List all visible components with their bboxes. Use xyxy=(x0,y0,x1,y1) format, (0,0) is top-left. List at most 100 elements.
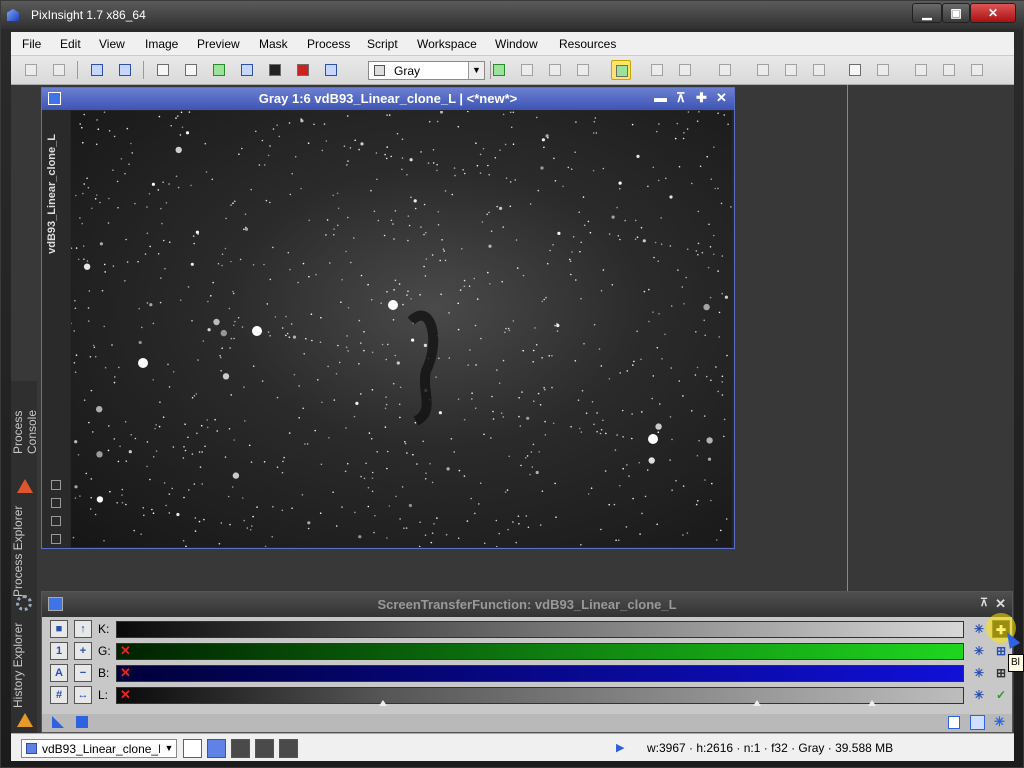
shade-button[interactable]: ▬ xyxy=(654,90,667,105)
stf-titlebar[interactable]: ScreenTransferFunction: vdB93_Linear_clo… xyxy=(42,592,1012,617)
auto-stretch-g-icon[interactable]: ✳ xyxy=(970,642,988,660)
side-lock-icon[interactable] xyxy=(51,516,61,526)
side-zoom-icon[interactable] xyxy=(51,480,61,490)
minus-icon[interactable]: − xyxy=(74,664,92,682)
store-preview-icon[interactable] xyxy=(545,60,565,80)
stf-icon[interactable] xyxy=(265,60,285,80)
auto-stretch-b-icon[interactable]: ✳ xyxy=(970,664,988,682)
up-arrow-icon[interactable]: ↑ xyxy=(74,620,92,638)
stf-marker-0[interactable] xyxy=(379,700,388,706)
channel-g-bar[interactable]: ✕ xyxy=(116,643,964,660)
play-icon[interactable]: ▶ xyxy=(616,741,624,754)
star xyxy=(683,303,685,305)
minimize-button[interactable]: ▁ xyxy=(912,3,942,23)
zoom-fit-icon[interactable] xyxy=(115,60,135,80)
channel-icon[interactable] xyxy=(237,60,257,80)
image-window-titlebar[interactable]: Gray 1:6 vdB93_Linear_clone_L | <*new*> … xyxy=(42,88,734,110)
new-preview-icon[interactable] xyxy=(489,60,509,80)
stf-marker-1[interactable] xyxy=(753,700,762,706)
menu-mask[interactable]: Mask xyxy=(259,37,288,51)
a-icon[interactable]: A xyxy=(50,664,68,682)
new-image-icon[interactable] xyxy=(209,60,229,80)
pin-icon[interactable]: ⊼ xyxy=(980,596,988,609)
maximize-image-button[interactable]: ✚ xyxy=(696,90,707,106)
star-field-image[interactable] xyxy=(71,111,732,547)
tab-history-explorer[interactable]: History Explorer xyxy=(11,621,37,709)
iconize-button[interactable]: ⊼ xyxy=(676,90,686,106)
channel-rgb-icon[interactable] xyxy=(207,739,226,758)
distribute-icon[interactable] xyxy=(845,60,865,80)
reset-icon[interactable] xyxy=(970,715,985,730)
prev-icon[interactable] xyxy=(647,60,667,80)
channel-k-bar[interactable] xyxy=(116,621,964,638)
close-stf-icon[interactable]: ✕ xyxy=(995,596,1006,612)
menu-resources[interactable]: Resources xyxy=(559,37,616,51)
restore-preview-icon[interactable] xyxy=(573,60,593,80)
display-channel-combo[interactable]: Gray ▼ xyxy=(368,61,485,80)
edit-preview-icon[interactable] xyxy=(517,60,537,80)
script4-icon[interactable] xyxy=(967,60,987,80)
star xyxy=(442,248,445,250)
script2-icon[interactable] xyxy=(911,60,931,80)
side-pin-icon[interactable] xyxy=(51,498,61,508)
star xyxy=(230,337,233,340)
menu-file[interactable]: File xyxy=(22,37,41,51)
close-button[interactable]: ✕ xyxy=(970,3,1016,23)
star xyxy=(475,142,477,144)
check-icon[interactable]: ✓ xyxy=(992,686,1010,704)
star xyxy=(604,470,607,472)
channel-g-icon[interactable] xyxy=(255,739,274,758)
close-image-button[interactable]: ✕ xyxy=(716,90,727,106)
document-icon[interactable] xyxy=(948,716,960,729)
script3-icon[interactable] xyxy=(939,60,959,80)
plus-icon[interactable]: + xyxy=(74,642,92,660)
menu-process[interactable]: Process xyxy=(307,37,350,51)
menu-view[interactable]: View xyxy=(99,37,125,51)
maximize-button[interactable]: ▣ xyxy=(942,3,970,23)
grid-icon[interactable]: # xyxy=(50,686,68,704)
menu-preview[interactable]: Preview xyxy=(197,37,240,51)
side-info-icon[interactable] xyxy=(51,534,61,544)
menu-edit[interactable]: Edit xyxy=(60,37,81,51)
next-icon[interactable] xyxy=(675,60,695,80)
star xyxy=(141,326,143,329)
script-icon[interactable] xyxy=(873,60,893,80)
image-side-tab[interactable]: vdB93_Linear_clone_L xyxy=(42,110,70,548)
channel-l-bar[interactable]: ✕ xyxy=(116,687,964,706)
align-icon[interactable] xyxy=(809,60,829,80)
select-icon[interactable] xyxy=(753,60,773,80)
channel-r-icon[interactable] xyxy=(231,739,250,758)
process-icon[interactable] xyxy=(321,60,341,80)
duplicate-icon[interactable] xyxy=(181,60,201,80)
undo-icon[interactable] xyxy=(21,60,41,80)
menu-workspace[interactable]: Workspace xyxy=(417,37,477,51)
one-icon[interactable]: 1 xyxy=(50,642,68,660)
chevron-down-icon[interactable]: ▼ xyxy=(162,740,176,757)
view-selector[interactable]: vdB93_Linear_clone_L ▼ xyxy=(21,739,177,758)
preview-icon[interactable] xyxy=(781,60,801,80)
channel-b-icon[interactable] xyxy=(279,739,298,758)
menu-window[interactable]: Window xyxy=(495,37,538,51)
tab-process-explorer[interactable]: Process Explorer xyxy=(11,501,37,601)
readout-icon[interactable] xyxy=(611,60,631,80)
view-info-icon[interactable] xyxy=(183,739,202,758)
rgb-link-icon[interactable]: ■ xyxy=(50,620,68,638)
view-icon[interactable] xyxy=(715,60,735,80)
menu-script[interactable]: Script xyxy=(367,37,398,51)
mask-icon[interactable] xyxy=(293,60,313,80)
stf-marker-2[interactable] xyxy=(867,700,876,706)
expand-icon[interactable]: ✳ xyxy=(994,714,1005,730)
double-arrow-icon[interactable]: ↔ xyxy=(74,686,92,704)
star xyxy=(92,431,94,433)
menu-image[interactable]: Image xyxy=(145,37,178,51)
redo-icon[interactable] xyxy=(49,60,69,80)
tab-process-console[interactable]: Process Console xyxy=(11,387,39,477)
channel-b-bar[interactable]: ✕ xyxy=(116,665,964,682)
new-window-icon[interactable] xyxy=(153,60,173,80)
chevron-down-icon[interactable]: ▼ xyxy=(468,62,484,79)
new-instance-icon[interactable] xyxy=(52,716,64,728)
auto-stretch-l-icon[interactable]: ✳ xyxy=(970,686,988,704)
apply-global-icon[interactable] xyxy=(76,716,88,728)
image-window[interactable]: Gray 1:6 vdB93_Linear_clone_L | <*new*> … xyxy=(41,87,735,549)
zoom-1-1-icon[interactable] xyxy=(87,60,107,80)
